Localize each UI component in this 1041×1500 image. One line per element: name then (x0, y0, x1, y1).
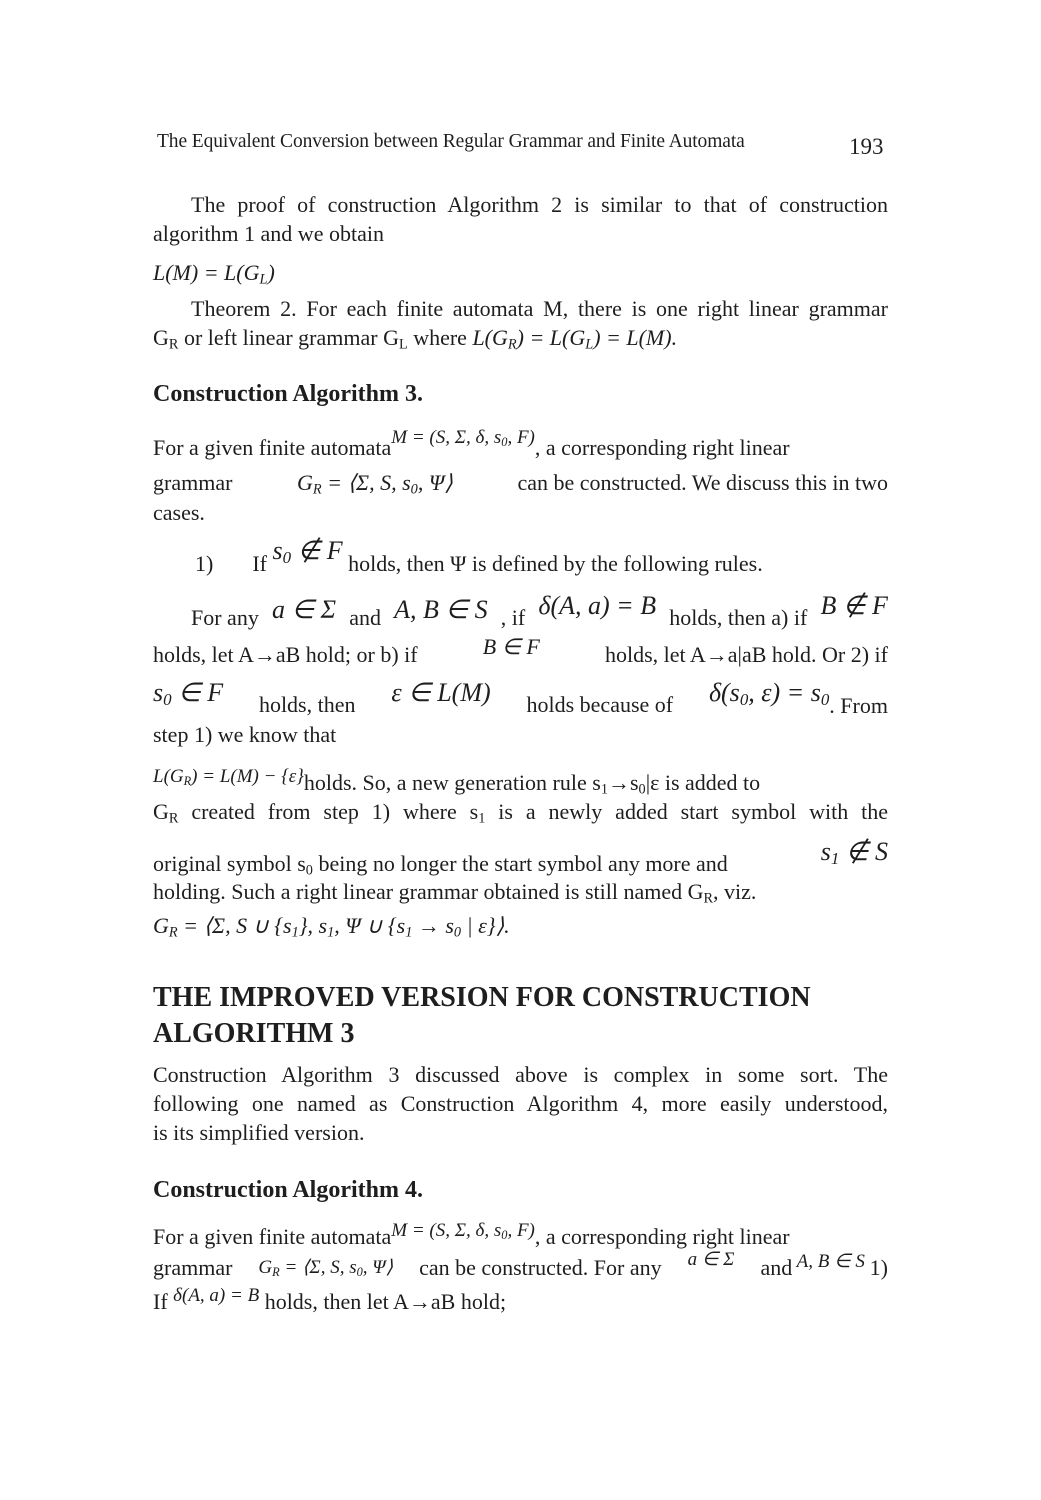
subscript: L (398, 336, 408, 353)
equation-a-in-sigma: a ∈ Σ (687, 1249, 735, 1270)
section-heading-improved-line1: THE IMPROVED VERSION FOR CONSTRUCTION (153, 982, 811, 1013)
equation-s0-notin-f: s0 ∉ F (272, 536, 343, 568)
text: holds, then a) if (669, 605, 808, 630)
alg4-line2: grammar GR = ⟨Σ, S, s0, Ψ⟩ can be constr… (153, 1249, 888, 1287)
equation-a-in-sigma: a ∈ Σ (271, 595, 337, 624)
text: For a given finite automata (153, 435, 392, 460)
theorem-2-line1: Theorem 2. For each finite automata M, t… (191, 296, 888, 321)
page-number: 193 (849, 134, 884, 159)
equation-s1-notin-s: s1 ∉ S (820, 837, 888, 869)
text: and (760, 1255, 793, 1280)
equation-epsilon-in-lm: ε ∈ L(M) (391, 678, 491, 707)
text: holds. So, a new generation rule s (303, 770, 601, 795)
text: grammar (153, 1255, 233, 1280)
text: , if (500, 605, 526, 630)
text: holding. Such a right linear grammar obt… (153, 879, 704, 904)
section-heading-improved-line2: ALGORITHM 3 (153, 1018, 355, 1049)
alg3-line3: cases. (153, 500, 205, 525)
equation-lgr-minus-epsilon: L(GR) = L(M) − {ε} (153, 766, 304, 789)
improved-line2: following one named as Construction Algo… (153, 1091, 888, 1116)
text: original symbol s (153, 851, 306, 876)
paragraph-proof-line1: The proof of construction Algorithm 2 is… (191, 192, 888, 217)
equation-b-notin-f: B ∉ F (820, 591, 888, 620)
text: holds, let A→a|aB hold. Or 2) if (604, 642, 888, 667)
equation-delta-a-b: δ(A, a) = B (538, 591, 657, 620)
theorem-2-line2: GR or left linear grammar GL where L(GR)… (153, 323, 888, 360)
alg3-rule-line1: For any a ∈ Σ and A, B ∈ S , if δ(A, a) … (191, 591, 888, 633)
text: and (349, 605, 382, 630)
text: being no longer the start symbol any mor… (312, 851, 728, 876)
section-heading-algorithm-3: Construction Algorithm 3. (153, 381, 423, 407)
text: holds, then let A→aB hold; (264, 1289, 507, 1314)
improved-line3: is its simplified version. (153, 1120, 365, 1145)
paragraph-proof-line2: algorithm 1 and we obtain (153, 221, 384, 246)
equation-grammar-gr: GR = ⟨Σ, S, s0, Ψ⟩ (258, 1257, 394, 1280)
alg3-rule-line6: GR created from step 1) where s1 is a ne… (153, 799, 888, 827)
text: , a corresponding right linear (534, 1224, 790, 1249)
text: is a newly added start symbol with the (485, 799, 888, 824)
text: 1) (869, 1255, 888, 1280)
equation-automaton-m: M = (S, Σ, δ, s0, F) (391, 427, 535, 450)
text: For a given finite automata (153, 1224, 392, 1249)
alg3-rule-line4: step 1) we know that (153, 722, 337, 747)
alg4-line3: If δ(A, a) = B holds, then let A→aB hold… (153, 1285, 888, 1319)
text: , viz. (713, 879, 757, 904)
text: If (153, 1289, 168, 1314)
text: or left linear grammar G (178, 325, 399, 350)
alg3-case1: 1) If s0 ∉ F holds, then Ψ is defined by… (195, 536, 930, 585)
text: If (252, 551, 267, 576)
equation-delta-a-b: δ(A, a) = B (173, 1285, 260, 1306)
list-number: 1) (195, 551, 214, 576)
text: →s (607, 770, 639, 795)
alg3-rule-line2: holds, let A→aB hold; or b) if B ∈ F hol… (153, 634, 888, 670)
equation-text: L(M) = L(GL) (153, 260, 275, 288)
text: |ε is added to (645, 770, 761, 795)
equation-ab-in-s: A, B ∈ S (394, 595, 488, 624)
equation-theorem-2: L(GR) = L(GL) = L(M). (472, 325, 678, 353)
equation-automaton-m: M = (S, Σ, δ, s0, F) (391, 1220, 535, 1243)
equation-delta-s0-epsilon: δ(s0, ε) = s0 (708, 678, 830, 710)
text: where (407, 325, 473, 350)
equation-b-in-f: B ∈ F (482, 634, 540, 659)
text: G (153, 799, 169, 824)
alg3-rule-line9: GR = ⟨Σ, S ∪ {s1}, s1, Ψ ∪ {s1 → s0 | ε}… (153, 911, 888, 948)
improved-line1: Construction Algorithm 3 discussed above… (153, 1062, 888, 1087)
text: For any (191, 605, 259, 630)
text: created from step 1) where s (178, 799, 479, 824)
text: can be constructed. For any (419, 1255, 662, 1280)
text: G (153, 325, 169, 350)
text: , a corresponding right linear (534, 435, 790, 460)
alg3-line1: For a given finite automataM = (S, Σ, δ,… (153, 427, 888, 469)
equation-ab-in-s: A, B ∈ S (792, 1251, 870, 1272)
equation-s0-in-f: s0 ∈ F (153, 678, 224, 710)
text: . From (829, 693, 888, 718)
section-heading-algorithm-4: Construction Algorithm 4. (153, 1177, 423, 1203)
text: holds, then Ψ is defined by the followin… (348, 551, 763, 576)
running-title: The Equivalent Conversion between Regula… (157, 131, 745, 152)
equation-grammar-gr-extended: GR = ⟨Σ, S ∪ {s1}, s1, Ψ ∪ {s1 → s0 | ε}… (153, 913, 510, 941)
text: holds, let A→aB hold; or b) if (153, 642, 418, 667)
alg3-rule-line8: holding. Such a right linear grammar obt… (153, 879, 757, 907)
subscript: R (168, 336, 179, 353)
equation-lm-lgl: L(M) = L(GL) (153, 258, 888, 295)
